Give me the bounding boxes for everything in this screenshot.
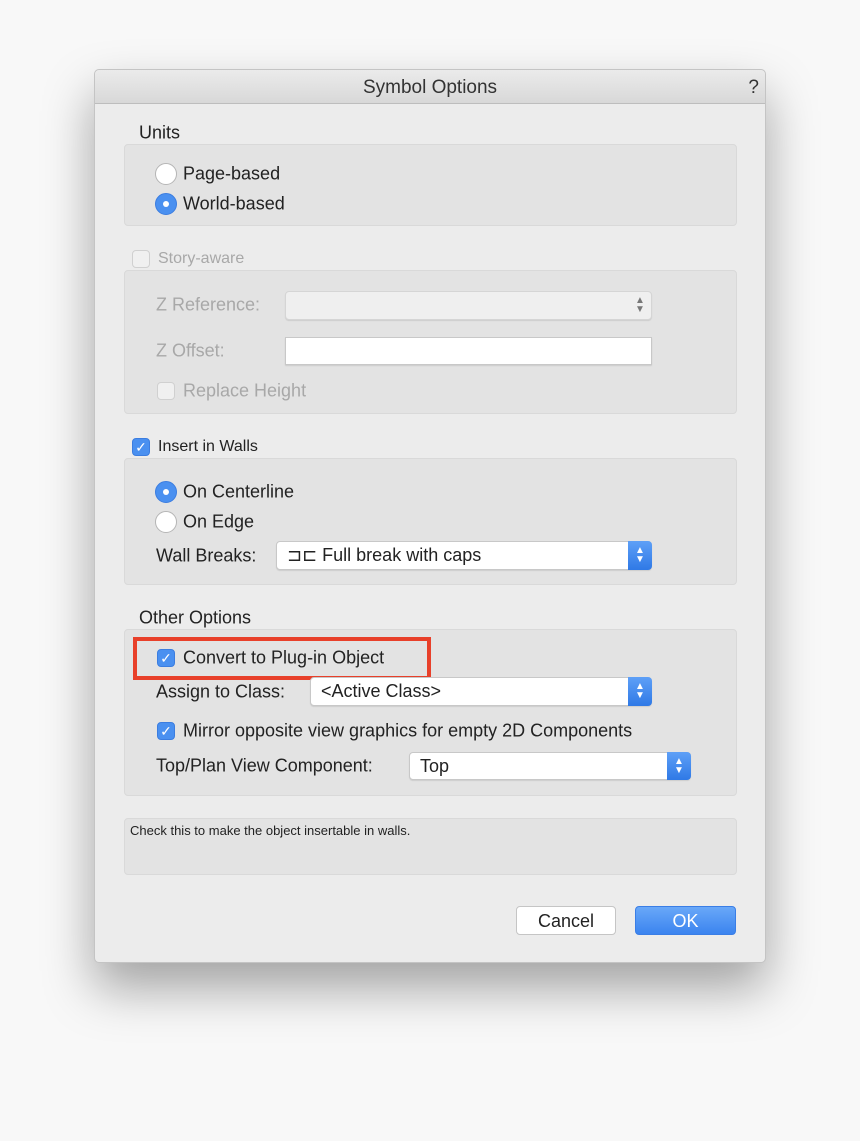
on-centerline-radio[interactable] <box>155 481 177 503</box>
wall-breaks-select[interactable]: ⊐⊏ Full break with caps ▲ ▼ <box>276 541 652 570</box>
replace-height-label: Replace Height <box>183 380 307 401</box>
title-bar: Symbol Options? <box>95 70 765 104</box>
world-based-label[interactable]: World-based <box>183 194 285 215</box>
assign-class-value: <Active Class> <box>321 681 442 701</box>
story-aware-label: Story-aware <box>158 250 245 267</box>
page-based-radio[interactable] <box>155 163 177 185</box>
units-label: Units <box>139 122 181 143</box>
help-button[interactable]: ? <box>748 70 759 106</box>
story-aware-checkbox[interactable] <box>132 250 150 268</box>
world-based-radio[interactable] <box>155 193 177 215</box>
z-reference-select[interactable]: ▲ ▼ <box>285 291 652 320</box>
assign-class-select[interactable]: <Active Class> ▲ ▼ <box>310 677 652 706</box>
dialog-title: Symbol Options <box>362 77 498 98</box>
other-options-label: Other Options <box>139 607 252 628</box>
cancel-button[interactable]: Cancel <box>516 906 616 935</box>
wall-breaks-label: Wall Breaks: <box>156 545 257 566</box>
ok-button[interactable]: OK <box>635 906 736 935</box>
convert-plugin-checkbox[interactable]: ✓ <box>157 649 175 667</box>
on-centerline-label[interactable]: On Centerline <box>183 482 294 503</box>
top-plan-value: Top <box>420 756 450 776</box>
z-offset-input[interactable] <box>285 337 652 365</box>
replace-height-checkbox[interactable] <box>157 382 175 400</box>
mirror-label[interactable]: Mirror opposite view graphics for empty … <box>183 721 632 742</box>
page-based-label[interactable]: Page-based <box>183 164 280 185</box>
help-text: Check this to make the object insertable… <box>130 823 411 838</box>
on-edge-label[interactable]: On Edge <box>183 512 254 533</box>
wall-breaks-value: ⊐⊏ Full break with caps <box>287 545 482 565</box>
insert-in-walls-label[interactable]: Insert in Walls <box>158 438 258 456</box>
z-reference-label: Z Reference: <box>156 294 261 315</box>
top-plan-label: Top/Plan View Component: <box>156 755 373 776</box>
chevron-updown-icon: ▲ ▼ <box>628 541 652 570</box>
mirror-checkbox[interactable]: ✓ <box>157 722 175 740</box>
insert-in-walls-checkbox[interactable]: ✓ <box>132 438 150 456</box>
assign-class-label: Assign to Class: <box>156 681 286 702</box>
chevron-updown-icon: ▲ ▼ <box>635 295 645 315</box>
on-edge-radio[interactable] <box>155 511 177 533</box>
chevron-updown-icon: ▲ ▼ <box>667 752 691 780</box>
convert-plugin-label[interactable]: Convert to Plug-in Object <box>183 648 384 669</box>
chevron-updown-icon: ▲ ▼ <box>628 677 652 706</box>
top-plan-select[interactable]: Top ▲ ▼ <box>409 752 691 780</box>
z-offset-label: Z Offset: <box>156 340 225 361</box>
